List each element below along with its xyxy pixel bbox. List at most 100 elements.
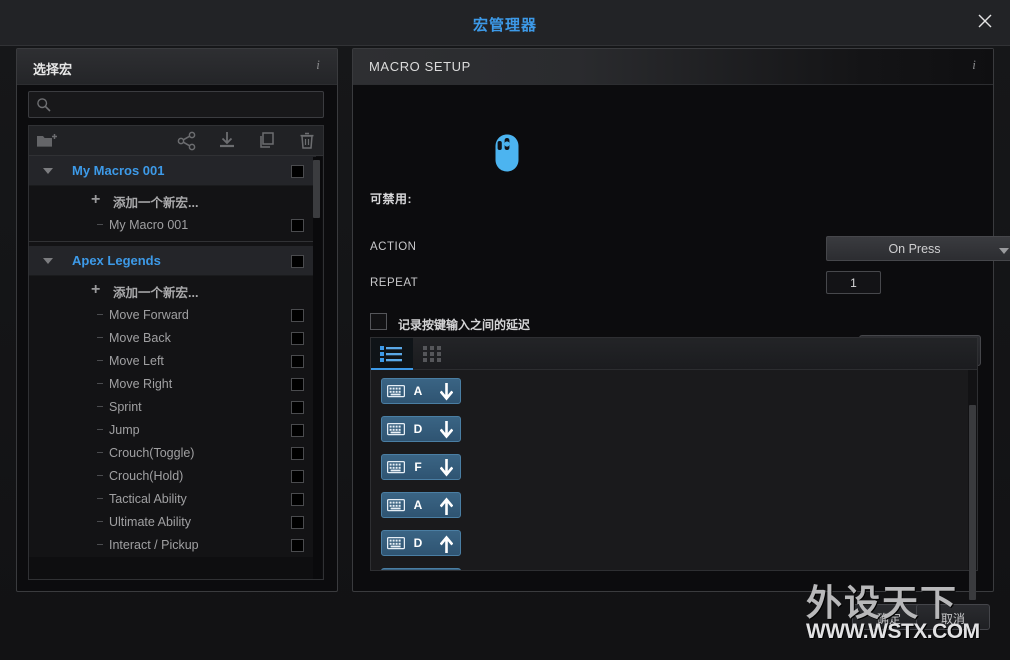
macro-tree-toolbar [28, 125, 324, 155]
macro-step-chip[interactable]: D [381, 416, 461, 442]
tree-branch-icon [97, 337, 103, 338]
tree-separator [29, 237, 316, 246]
tree-item-swatch[interactable] [291, 447, 304, 460]
tree-scrollbar-thumb[interactable] [313, 160, 320, 218]
share-icon[interactable] [175, 130, 199, 152]
close-icon [978, 14, 992, 28]
tree-item-swatch[interactable] [291, 539, 304, 552]
tree-item-swatch[interactable] [291, 378, 304, 391]
tree-item-label: Move Right [109, 377, 173, 391]
arrow-up-icon [440, 497, 453, 515]
keyboard-icon [387, 422, 405, 436]
new-folder-icon[interactable] [35, 130, 59, 152]
arrow-up-icon [440, 535, 453, 553]
tree-item-swatch[interactable] [291, 424, 304, 437]
macro-step-chip[interactable]: A [381, 492, 461, 518]
action-select[interactable]: On Press [826, 236, 1010, 261]
tree-item[interactable]: Sprint [29, 396, 316, 419]
tree-item-swatch[interactable] [291, 309, 304, 322]
ok-button[interactable]: 确定 [852, 604, 926, 630]
tree-item[interactable]: Move Forward [29, 304, 316, 327]
action-label: ACTION [370, 241, 417, 253]
tree-item-swatch[interactable] [291, 219, 304, 232]
macro-step-key: D [413, 536, 423, 550]
macro-search[interactable] [28, 91, 324, 118]
repeat-input[interactable] [827, 272, 880, 293]
tree-item-label: Crouch(Hold) [109, 469, 184, 483]
macro-step-chip[interactable]: D [381, 530, 461, 556]
record-delay-label: 记录按键输入之间的延迟 [398, 318, 531, 332]
tree-item-swatch[interactable] [291, 493, 304, 506]
arrow-down-icon [440, 459, 453, 477]
tree-item-swatch[interactable] [291, 332, 304, 345]
cancel-button[interactable]: 取消 [916, 604, 990, 630]
tree-item-label: Crouch(Toggle) [109, 446, 195, 460]
steps-scrollbar-thumb[interactable] [969, 405, 976, 600]
tree-item[interactable]: Move Left [29, 350, 316, 373]
tree-item-label: My Macro 001 [109, 218, 189, 232]
grid-view-tab[interactable] [413, 338, 455, 370]
tree-branch-icon [97, 521, 103, 522]
left-panel-title: 选择宏 [33, 62, 73, 77]
record-delay-checkbox[interactable] [370, 313, 387, 330]
import-icon[interactable] [215, 130, 239, 152]
title-bar: 宏管理器 [0, 0, 1010, 46]
tree-branch-icon [97, 224, 103, 225]
tree-scrollbar-track[interactable] [313, 157, 322, 579]
tree-item[interactable]: Jump [29, 419, 316, 442]
tree-item[interactable]: My Macro 001 [29, 214, 316, 237]
tree-item[interactable]: Interact / Pickup [29, 534, 316, 557]
add-new-macro-row[interactable]: + 添加一个新宏... [29, 276, 316, 304]
tree-group-swatch[interactable] [291, 255, 304, 268]
chevron-down-icon[interactable] [43, 258, 53, 264]
tree-item[interactable]: Move Right [29, 373, 316, 396]
search-icon [37, 98, 51, 112]
macro-step-key: A [413, 498, 423, 512]
copy-icon[interactable] [255, 130, 279, 152]
chevron-down-icon[interactable] [43, 168, 53, 174]
add-new-macro-row[interactable]: + 添加一个新宏... [29, 186, 316, 214]
info-icon[interactable]: i [967, 57, 981, 73]
select-macro-panel: 选择宏 i My Macros 001 + 添加一个新宏... My Macro… [16, 48, 338, 592]
mouse-icon [495, 134, 519, 172]
steps-scrollbar-track[interactable] [968, 370, 977, 600]
tree-item[interactable]: Ultimate Ability [29, 511, 316, 534]
keyboard-icon [387, 460, 405, 474]
close-button[interactable] [970, 8, 1000, 36]
add-new-macro-label: 添加一个新宏... [113, 286, 199, 300]
repeat-label: REPEAT [370, 277, 419, 289]
tree-item[interactable]: Move Back [29, 327, 316, 350]
tree-item[interactable]: Crouch(Hold) [29, 465, 316, 488]
chevron-down-icon [999, 248, 1009, 254]
macro-step-chip[interactable]: F [381, 568, 461, 570]
search-input[interactable] [57, 92, 319, 117]
tree-item-label: Move Left [109, 354, 164, 368]
tree-item-swatch[interactable] [291, 401, 304, 414]
tree-item-label: Interact / Pickup [109, 538, 199, 552]
tree-group-2[interactable]: Apex Legends [29, 246, 316, 276]
tree-item-swatch[interactable] [291, 470, 304, 483]
tree-item-swatch[interactable] [291, 355, 304, 368]
macro-step-key: F [414, 460, 422, 474]
macro-step-chip[interactable]: A [381, 378, 461, 404]
tree-item-label: Sprint [109, 400, 142, 414]
ok-button-label: 确定 [876, 612, 901, 626]
tree-item[interactable]: Tactical Ability [29, 488, 316, 511]
macro-tree-list: My Macros 001 + 添加一个新宏... My Macro 001 Apex … [29, 156, 316, 557]
list-view-tab[interactable] [371, 338, 413, 370]
tree-branch-icon [97, 475, 103, 476]
tree-item-swatch[interactable] [291, 516, 304, 529]
right-panel-header: MACRO SETUP i [353, 49, 993, 85]
tree-item-label: Move Forward [109, 308, 189, 322]
macro-setup-body: 可禁用: ACTION On Press REPEAT 记录按键输入之间的延迟 … [353, 85, 1010, 600]
tree-group-1[interactable]: My Macros 001 [29, 156, 316, 186]
right-panel-title: MACRO SETUP [369, 59, 471, 74]
macro-step-chip[interactable]: F [381, 454, 461, 480]
repeat-field[interactable] [826, 271, 881, 294]
info-icon[interactable]: i [311, 57, 325, 73]
macro-steps-list: A D F A D F [371, 370, 977, 570]
tree-item[interactable]: Crouch(Toggle) [29, 442, 316, 465]
delete-icon[interactable] [295, 130, 319, 152]
tree-group-swatch[interactable] [291, 165, 304, 178]
tree-item-label: Tactical Ability [109, 492, 187, 506]
